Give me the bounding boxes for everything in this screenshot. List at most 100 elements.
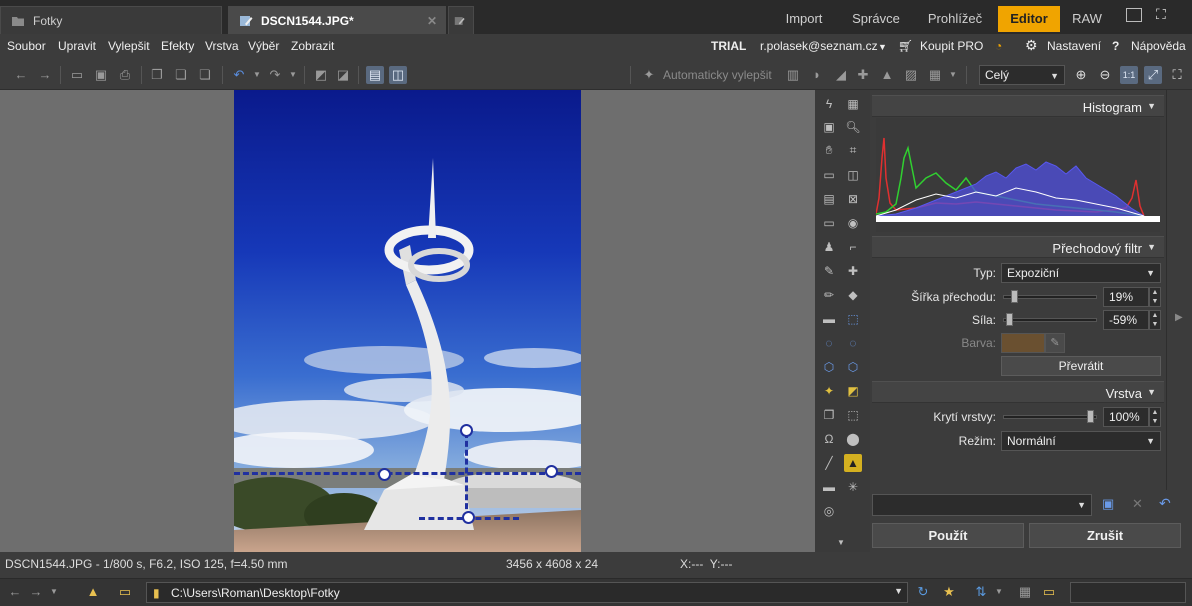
gradient-line-upper[interactable]: [234, 472, 581, 475]
strength-spinner[interactable]: ▲ ▼: [1149, 310, 1161, 330]
zoom-select[interactable]: Celý ▼: [979, 65, 1065, 85]
mode-editor[interactable]: Editor: [998, 6, 1060, 32]
more-tools-icon[interactable]: ▼: [832, 534, 850, 552]
open-folder-icon[interactable]: ▭: [68, 66, 86, 84]
lasso-icon[interactable]: ◌: [844, 334, 862, 352]
raw-jpg-icon[interactable]: ▦: [1016, 583, 1034, 601]
paste-special-icon[interactable]: ❏: [196, 66, 214, 84]
nav-history-icon[interactable]: ▼: [45, 583, 63, 601]
fullscreen-view-icon[interactable]: ⛶: [1168, 66, 1186, 84]
photo[interactable]: [234, 90, 581, 552]
type-select[interactable]: Expoziční ▼: [1001, 263, 1161, 283]
cart-icon[interactable]: 🛒︎: [898, 39, 913, 53]
layer-header[interactable]: Vrstva ▼: [872, 381, 1164, 403]
strength-input[interactable]: -59%: [1103, 310, 1149, 330]
monitor-icon[interactable]: [1126, 8, 1142, 22]
gradient-handle-right[interactable]: [545, 465, 558, 478]
single-view-icon[interactable]: ▤: [366, 66, 384, 84]
triangle-icon[interactable]: ▲: [878, 66, 896, 84]
folder-icon[interactable]: ▭: [116, 583, 134, 601]
mode-spravce[interactable]: Správce: [840, 6, 912, 32]
auto-enhance-icon[interactable]: ✦: [640, 66, 658, 84]
fit-window-icon[interactable]: ⤢: [1144, 66, 1162, 84]
rotate-left-icon[interactable]: ◩: [312, 66, 330, 84]
gradient-axis-line[interactable]: [465, 432, 468, 518]
nav-forward-icon[interactable]: →: [27, 583, 45, 601]
canvas-icon[interactable]: ▤: [820, 190, 838, 208]
levels-icon[interactable]: ▥: [784, 66, 802, 84]
menu-vylepsit[interactable]: Vylepšit: [108, 39, 150, 53]
menu-soubor[interactable]: Soubor: [7, 39, 46, 53]
redo-icon[interactable]: ↷: [266, 66, 284, 84]
poly-select-icon[interactable]: ⬡: [820, 358, 838, 376]
width-input[interactable]: 19%: [1103, 287, 1149, 307]
bar-icon[interactable]: ▬: [820, 478, 838, 496]
menu-upravit[interactable]: Upravit: [58, 39, 96, 53]
mode-import[interactable]: Import: [770, 6, 838, 32]
split-view-icon[interactable]: ◫: [389, 66, 407, 84]
save-preset-icon[interactable]: ▣: [1102, 496, 1114, 512]
gear-icon[interactable]: ⚙: [1025, 37, 1038, 54]
rotate-right-icon[interactable]: ◪: [334, 66, 352, 84]
rss-icon[interactable]: ◔: [995, 39, 1002, 53]
auto-enhance-button[interactable]: Automaticky vylepšit: [663, 68, 772, 82]
stamp-icon[interactable]: ♟: [820, 238, 838, 256]
shapes-icon[interactable]: ⬤: [844, 430, 862, 448]
tab-fotky[interactable]: Fotky: [0, 6, 222, 34]
forward-icon[interactable]: →: [36, 66, 54, 84]
search-input[interactable]: [1070, 582, 1186, 603]
batch-tool-icon[interactable]: ▦: [844, 95, 862, 113]
clone-layer-icon[interactable]: ❐: [820, 406, 838, 424]
sharpen-icon[interactable]: ◢: [832, 66, 850, 84]
folder-up-icon[interactable]: ▲: [84, 583, 102, 601]
sort-menu-icon[interactable]: ▼: [990, 583, 1008, 601]
zoom-tool-icon[interactable]: 🔍︎: [844, 118, 862, 136]
print-icon[interactable]: ⎙: [116, 66, 134, 84]
blend-mode-select[interactable]: Normální ▼: [1001, 431, 1161, 451]
copy-icon[interactable]: ❐: [148, 66, 166, 84]
back-icon[interactable]: ←: [12, 66, 30, 84]
undo-icon[interactable]: ↶: [230, 66, 248, 84]
select-brush-icon[interactable]: ◩: [844, 382, 862, 400]
width-spinner[interactable]: ▲ ▼: [1149, 287, 1161, 307]
mode-raw[interactable]: RAW: [1062, 6, 1112, 32]
eyedropper-icon[interactable]: ✎: [1045, 333, 1065, 353]
gradient-handle-bottom[interactable]: [462, 511, 475, 524]
invert-button[interactable]: Převrátit: [1001, 356, 1161, 376]
chevron-right-icon[interactable]: ▶: [1175, 312, 1183, 323]
close-tab-icon[interactable]: ✕: [427, 14, 437, 28]
lasso-tool-icon[interactable]: Ω: [820, 430, 838, 448]
adjust-icon[interactable]: ▣: [820, 118, 838, 136]
red-eye-icon[interactable]: ◉: [844, 214, 862, 232]
magnetic-select-icon[interactable]: ⬡: [844, 358, 862, 376]
zoom-out-icon[interactable]: ⊖: [1096, 66, 1114, 84]
menu-efekty[interactable]: Efekty: [161, 39, 194, 53]
transform-icon[interactable]: ⊠: [844, 190, 862, 208]
save-icon[interactable]: ▣: [92, 66, 110, 84]
crop-icon[interactable]: ⌗: [844, 141, 862, 159]
color-swatch[interactable]: [1001, 333, 1045, 353]
perspective-icon[interactable]: ◫: [844, 166, 862, 184]
strength-slider[interactable]: [1003, 313, 1097, 326]
image-canvas[interactable]: [0, 90, 815, 552]
sort-icon[interactable]: ⇅: [972, 583, 990, 601]
magic-wand-icon[interactable]: ✦: [820, 382, 838, 400]
refresh-icon[interactable]: ↻: [914, 583, 932, 601]
curves-icon[interactable]: ◗: [808, 66, 826, 84]
menu-vrstva[interactable]: Vrstva: [205, 39, 239, 53]
settings-link[interactable]: Nastavení: [1047, 39, 1101, 53]
new-tab-button[interactable]: [448, 6, 474, 34]
fullscreen-icon[interactable]: ⛶: [1156, 6, 1166, 23]
account-email[interactable]: r.polasek@seznam.cz: [760, 39, 878, 53]
sparkle-icon[interactable]: ✳: [844, 478, 862, 496]
panel-collapse-strip[interactable]: ▶: [1166, 90, 1192, 552]
mode-prohlizec[interactable]: Prohlížeč: [914, 6, 996, 32]
zoom-in-icon[interactable]: ⊕: [1072, 66, 1090, 84]
gradient-handle-left[interactable]: [378, 468, 391, 481]
apply-button[interactable]: Použít: [872, 523, 1024, 548]
pencil-icon[interactable]: ✏: [820, 286, 838, 304]
menu-zobrazit[interactable]: Zobrazit: [291, 39, 334, 53]
lightning-icon[interactable]: ϟ: [820, 95, 838, 113]
delete-preset-icon[interactable]: ✕: [1132, 496, 1143, 512]
redo-menu-icon[interactable]: ▼: [284, 66, 302, 84]
